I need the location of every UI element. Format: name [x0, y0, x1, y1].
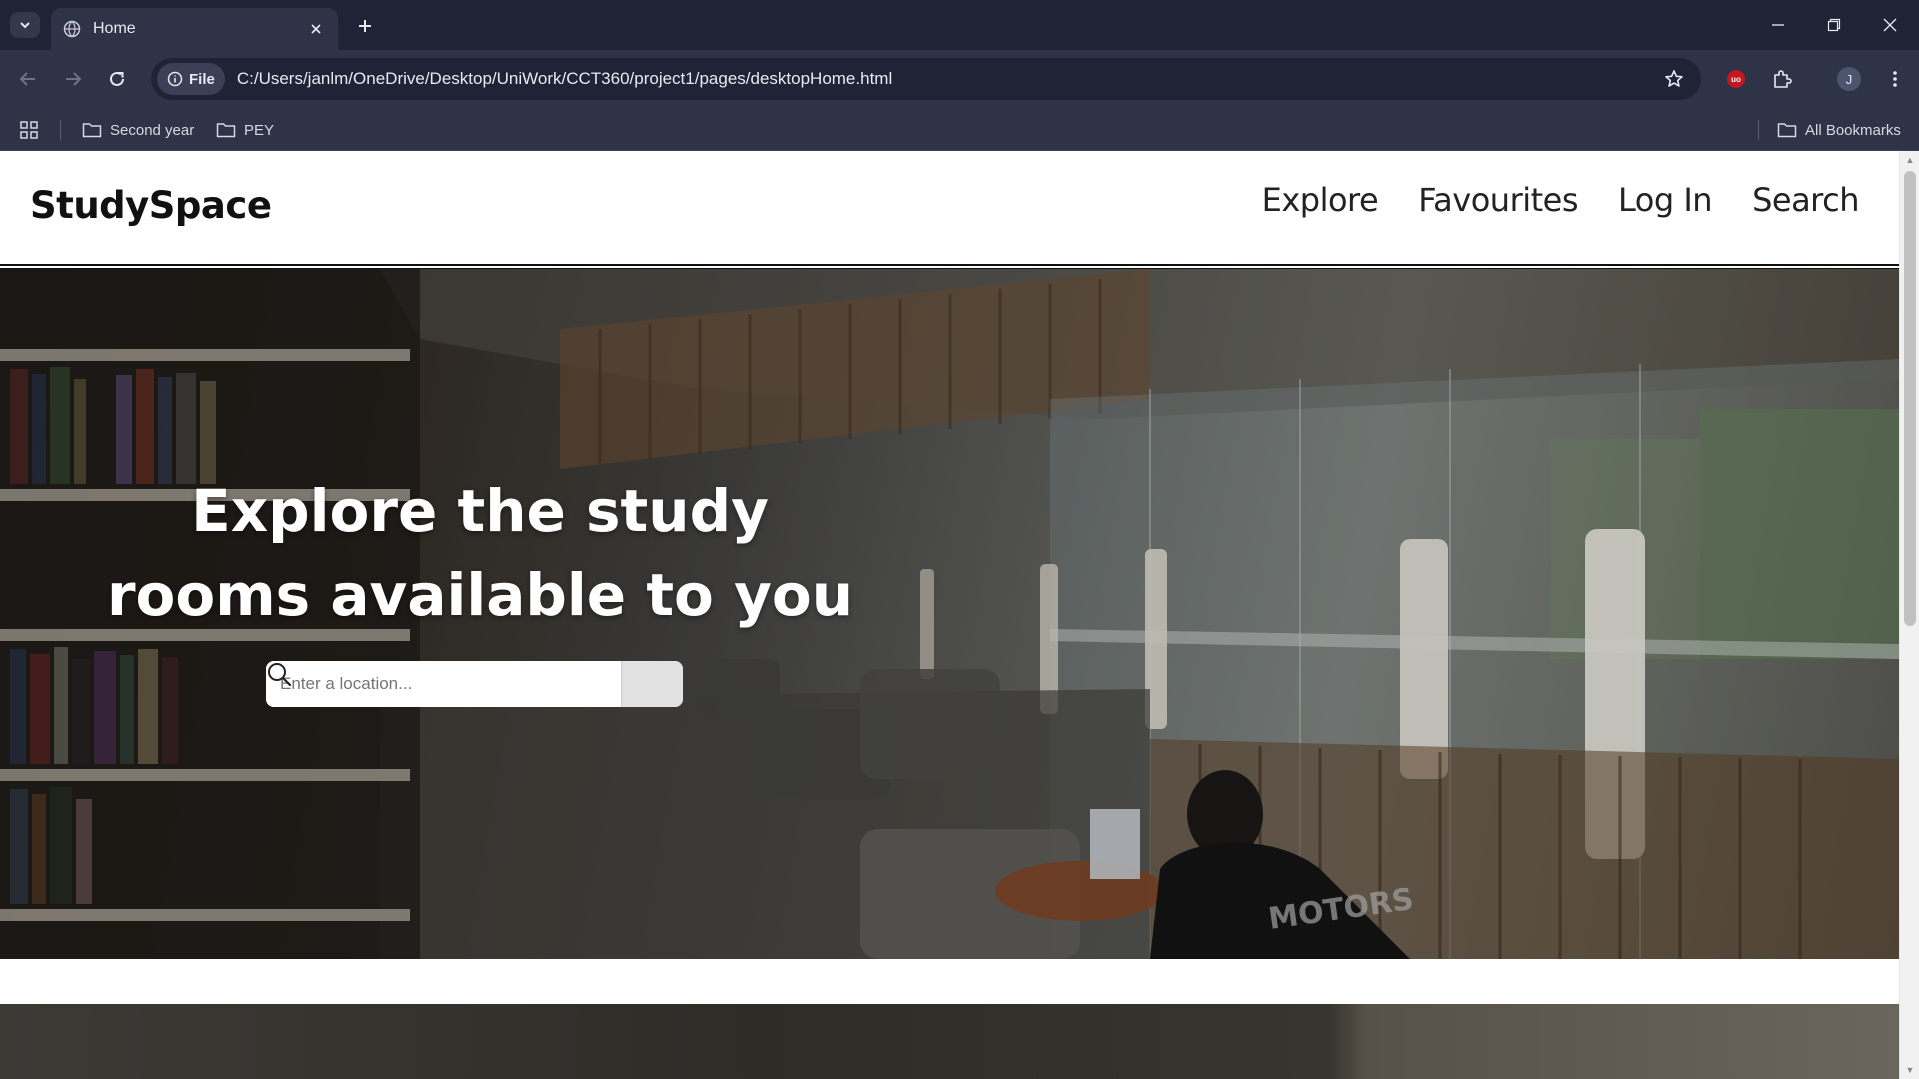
restore-icon — [1827, 18, 1841, 32]
hero-title: Explore the study rooms available to you — [106, 477, 854, 629]
new-tab-button[interactable] — [352, 13, 378, 39]
browser-toolbar: File C:/Users/janlm/OneDrive/Desktop/Uni… — [0, 50, 1919, 108]
close-icon — [1883, 18, 1897, 32]
hero-section: MOTORS Explore the study rooms available… — [0, 269, 1899, 959]
folder-icon — [82, 123, 102, 138]
site-logo[interactable]: StudySpace — [30, 184, 272, 227]
page-scrollbar[interactable]: ▲ ▼ — [1899, 151, 1919, 1079]
location-search — [266, 661, 683, 707]
more-vertical-icon — [1893, 71, 1897, 87]
search-icon — [268, 663, 292, 687]
main-nav: Explore Favourites Log In Search — [1262, 181, 1860, 219]
all-bookmarks-label: All Bookmarks — [1805, 121, 1901, 139]
location-search-input[interactable] — [266, 661, 621, 707]
ublock-icon: uo — [1727, 70, 1745, 88]
tab-search-button[interactable] — [10, 12, 40, 38]
plus-icon — [359, 20, 371, 32]
reload-button[interactable] — [102, 64, 132, 94]
chevron-down-icon — [20, 22, 30, 29]
nav-log-in[interactable]: Log In — [1618, 181, 1713, 219]
next-section-image — [0, 1004, 1899, 1079]
info-icon — [167, 71, 183, 87]
scroll-down-arrow-icon[interactable]: ▼ — [1905, 1065, 1915, 1075]
tab-title: Home — [93, 20, 136, 37]
url-text[interactable]: C:/Users/janlm/OneDrive/Desktop/UniWork/… — [237, 69, 1657, 89]
restore-button[interactable] — [1821, 12, 1847, 38]
browser-menu-button[interactable] — [1880, 64, 1910, 94]
scroll-up-arrow-icon[interactable]: ▲ — [1905, 155, 1915, 165]
minimize-button[interactable] — [1765, 12, 1791, 38]
site-header: StudySpace Explore Favourites Log In Sea… — [0, 151, 1899, 270]
bookmark-folder-second-year[interactable]: Second year — [82, 118, 194, 142]
all-bookmarks-button[interactable]: All Bookmarks — [1777, 118, 1901, 142]
puzzle-icon — [1774, 70, 1792, 88]
page-viewport: StudySpace Explore Favourites Log In Sea… — [0, 151, 1919, 1079]
location-search-button[interactable] — [268, 661, 683, 707]
nav-favourites[interactable]: Favourites — [1418, 181, 1578, 219]
browser-tab[interactable]: Home — [51, 8, 338, 50]
browser-tabstrip: Home — [0, 0, 1919, 50]
globe-icon — [63, 20, 81, 38]
folder-icon — [1777, 123, 1797, 138]
nav-explore[interactable]: Explore — [1262, 181, 1379, 219]
minimize-icon — [1772, 24, 1784, 26]
bookmark-label: Second year — [110, 121, 195, 139]
close-window-button[interactable] — [1877, 12, 1903, 38]
bookmarks-divider — [60, 120, 61, 140]
apps-button[interactable] — [20, 118, 38, 142]
bookmarks-bar: Second year PEY All Bookmarks — [0, 108, 1919, 151]
site-info-chip[interactable]: File — [157, 63, 225, 95]
scrollbar-thumb[interactable] — [1904, 171, 1916, 626]
back-button[interactable] — [13, 64, 43, 94]
url-chip-label: File — [189, 70, 215, 88]
folder-icon — [216, 123, 236, 138]
avatar: J — [1837, 67, 1861, 91]
star-icon — [1665, 70, 1683, 87]
profile-button[interactable]: J — [1834, 64, 1864, 94]
bookmarks-divider — [1758, 120, 1759, 140]
nav-search[interactable]: Search — [1752, 181, 1859, 219]
bookmark-label: PEY — [244, 121, 275, 139]
arrow-left-icon — [19, 72, 35, 86]
bookmark-star-button[interactable] — [1657, 62, 1691, 96]
extensions-button[interactable] — [1767, 64, 1797, 94]
bookmark-folder-pey[interactable]: PEY — [216, 118, 274, 142]
address-bar[interactable]: File C:/Users/janlm/OneDrive/Desktop/Uni… — [151, 58, 1701, 100]
reload-icon — [110, 71, 124, 86]
arrow-right-icon — [66, 72, 82, 86]
web-page: StudySpace Explore Favourites Log In Sea… — [0, 151, 1899, 1079]
apps-grid-icon — [20, 121, 38, 139]
forward-button[interactable] — [58, 64, 88, 94]
ublock-extension-button[interactable]: uo — [1721, 64, 1751, 94]
tab-close-icon[interactable] — [306, 19, 326, 39]
section-spacer — [0, 959, 1899, 1004]
